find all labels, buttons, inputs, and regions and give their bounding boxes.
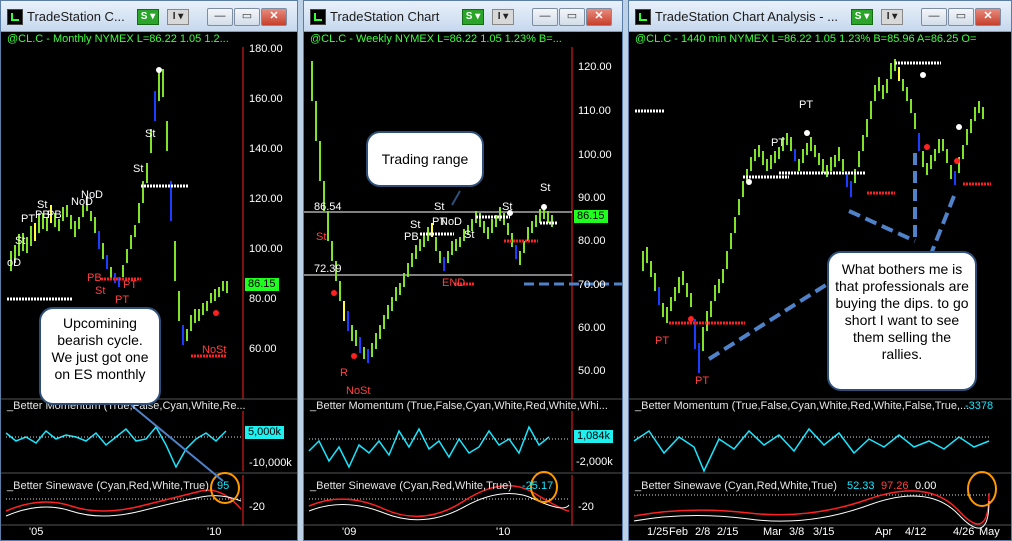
sine-axis-label: -20 xyxy=(249,501,265,513)
momentum-line xyxy=(308,425,550,469)
date-label: 4/26 xyxy=(953,526,975,538)
marker-label: PB xyxy=(87,272,102,284)
marker-label: St xyxy=(502,201,513,213)
momentum-indicator-label: _Better Momentum (True,False,Cyan,White,… xyxy=(310,400,608,412)
momentum-axis-label: -10,000k xyxy=(249,457,292,469)
price-axis-label: 120.00 xyxy=(578,61,612,73)
sinewave-value-cyan: 52.33 xyxy=(847,480,875,492)
marker-label: NoD xyxy=(81,189,104,201)
momentum-line xyxy=(5,425,227,469)
sinewave-value: 95 xyxy=(217,480,230,492)
last-price-box: 86.15 xyxy=(245,278,279,291)
momentum-indicator-label: _Better Momentum (True,False,Cyan,White,… xyxy=(635,400,970,412)
date-label: '10 xyxy=(207,526,222,538)
date-label: 2/8 xyxy=(695,526,711,538)
chart-window-daily[interactable]: TradeStation Chart Analysis - ... S ▾ I … xyxy=(628,0,1012,541)
price-axis-label: 60.00 xyxy=(249,343,277,355)
sine-axis-label: -20 xyxy=(578,501,594,513)
date-label: 3/15 xyxy=(813,526,835,538)
callout-pointer xyxy=(130,404,224,482)
momentum-axis-box: 1,084k xyxy=(574,430,614,443)
sinewave-value: -25.17 xyxy=(522,480,554,492)
momentum-axis-box: 5,000k xyxy=(245,426,285,439)
last-price-box: 86.15 xyxy=(574,210,608,223)
price-axis-label: 100.00 xyxy=(578,149,612,161)
marker-label: NoSt xyxy=(202,344,227,356)
sine-wave-white xyxy=(308,493,570,521)
marker-label: St xyxy=(133,163,144,175)
price-axis-label: 80.00 xyxy=(249,293,277,305)
date-label: '05 xyxy=(29,526,44,538)
sinewave-value-red: 97.26 xyxy=(881,480,909,492)
momentum-axis-label: -2,000k xyxy=(576,456,613,468)
marker-label: St xyxy=(95,285,106,297)
price-axis-label: 100.00 xyxy=(249,243,283,255)
marker-label: PT xyxy=(695,375,710,387)
price-axis-label: 180.00 xyxy=(249,43,283,55)
date-label: Mar xyxy=(763,526,782,538)
marker-label: NoD xyxy=(440,216,463,228)
sinewave-indicator-label: _Better Sinewave (Cyan,Red,White,True) xyxy=(7,480,209,492)
marker-label: St xyxy=(410,219,421,231)
price-axis-label: 70.00 xyxy=(578,279,606,291)
marker-label: PB xyxy=(47,209,62,221)
marker-label: R xyxy=(340,367,348,379)
marker-label: PT xyxy=(115,294,130,306)
chart-window-monthly[interactable]: TradeStation C... S ▾ I ▾ — ▭ ✕ @CL.C - … xyxy=(0,0,298,541)
date-label: '09 xyxy=(342,526,357,538)
date-label: '10 xyxy=(496,526,511,538)
price-axis-label: 90.00 xyxy=(578,192,606,204)
date-label: 2/15 xyxy=(717,526,739,538)
chart-window-weekly[interactable]: TradeStation Chart S ▾ I ▾ — ▭ ✕ @CL.C -… xyxy=(303,0,623,541)
marker-label: PT xyxy=(21,213,36,225)
marker-label: St xyxy=(145,128,156,140)
sine-wave-red xyxy=(5,489,242,512)
date-label: 1/25 xyxy=(647,526,669,538)
date-label: 4/12 xyxy=(905,526,927,538)
date-label: Apr xyxy=(875,526,893,538)
callout-trading-range: Trading range xyxy=(366,131,484,187)
date-label: 3/8 xyxy=(789,526,805,538)
marker-label: St xyxy=(15,235,26,247)
callout-professionals: What bothers me is that professionals ar… xyxy=(827,251,977,391)
sinewave-indicator-label: _Better Sinewave (Cyan,Red,White,True) xyxy=(310,480,512,492)
date-label: Feb xyxy=(669,526,688,538)
price-axis-label: 160.00 xyxy=(249,93,283,105)
range-high-label: 86.54 xyxy=(314,201,342,213)
price-axis-label: 60.00 xyxy=(578,322,606,334)
marker-label: St xyxy=(434,201,445,213)
momentum-value: -3378 xyxy=(965,400,994,412)
marker-label: oD xyxy=(7,257,22,269)
range-low-label: 72.39 xyxy=(314,263,342,275)
marker-label: PT xyxy=(799,99,814,111)
marker-label: PB xyxy=(404,231,419,243)
marker-label: St xyxy=(464,229,475,241)
marker-label: END xyxy=(442,277,466,289)
marker-label: PT xyxy=(771,137,786,149)
date-label: May xyxy=(979,526,1000,538)
price-axis-label: 80.00 xyxy=(578,235,606,247)
momentum-line xyxy=(633,427,990,473)
price-axis-label: 110.00 xyxy=(578,105,611,117)
callout-upcoming-cycle: Upcomining bearish cycle. We just got on… xyxy=(39,307,161,405)
sinewave-value-white: 0.00 xyxy=(915,480,937,492)
sine-highlight-ellipse xyxy=(967,471,997,507)
marker-label: NoSt xyxy=(346,385,371,397)
callout-pointer xyxy=(451,190,461,206)
price-axis-label: 140.00 xyxy=(249,143,283,155)
marker-label: PT xyxy=(655,335,670,347)
price-axis-label: 50.00 xyxy=(578,365,606,377)
marker-label: St xyxy=(316,231,327,243)
marker-label: St xyxy=(540,182,551,194)
marker-label: PT xyxy=(123,279,138,291)
price-axis-label: 120.00 xyxy=(249,193,283,205)
sinewave-indicator-label: _Better Sinewave (Cyan,Red,White,True) xyxy=(635,480,837,492)
